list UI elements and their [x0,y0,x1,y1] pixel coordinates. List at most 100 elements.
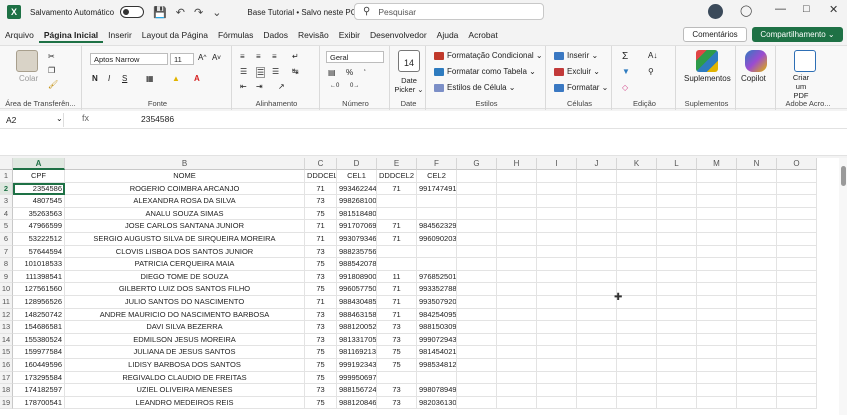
cell-d17[interactable]: 999950697 [337,371,377,385]
column-header-c[interactable]: C [305,158,337,170]
cell-i7[interactable] [537,245,577,259]
cell-g5[interactable] [457,220,497,233]
cell-f1[interactable]: CEL2 [417,170,457,183]
cell-i16[interactable] [537,359,577,372]
bold-icon[interactable]: N [92,74,98,83]
cell-c11[interactable]: 71 [305,296,337,309]
cell-m5[interactable] [697,220,737,233]
cell-d15[interactable]: 981169213 [337,346,377,359]
row-header[interactable]: 19 [0,396,13,410]
tab-formulas[interactable]: Fórmulas [213,27,258,43]
cell-d14[interactable]: 981331705 [337,333,377,347]
align-right-icon[interactable]: ☰ [272,67,279,76]
cell-a19[interactable]: 178700541 [13,396,65,410]
cell-o9[interactable] [777,270,817,284]
cell-l3[interactable] [657,195,697,208]
cell-i9[interactable] [537,270,577,284]
cell-i3[interactable] [537,195,577,208]
cell-j18[interactable] [577,384,617,397]
select-all-corner[interactable] [0,158,13,170]
create-pdf-button[interactable]: Criar um PDF [788,73,814,100]
cell-f14[interactable]: 999072943 [417,333,457,347]
align-bottom-icon[interactable]: ≡ [272,52,277,61]
cell-f4[interactable] [417,207,457,221]
cell-n9[interactable] [737,270,777,284]
cell-j3[interactable] [577,195,617,208]
comma-style-icon[interactable]: ‘ [364,68,366,77]
cell-j8[interactable] [577,258,617,271]
decrease-indent-icon[interactable]: ⇤ [240,82,247,91]
search-input[interactable]: ⚲ Pesquisar [354,3,544,20]
find-select-icon[interactable]: ⚲ [648,67,654,76]
calendar-icon[interactable]: 14 [398,50,420,72]
cell-l5[interactable] [657,220,697,233]
cell-j17[interactable] [577,371,617,385]
cell-o3[interactable] [777,195,817,208]
cell-f8[interactable] [417,258,457,271]
cell-a14[interactable]: 155380524 [13,333,65,347]
column-header-b[interactable]: B [65,158,305,170]
spreadsheet-grid[interactable]: ABCDEFGHIJKLMNO 1CPFNOMEDDDCEL1CEL1DDDCEL… [0,158,847,415]
cell-m1[interactable] [697,170,737,183]
cell-g15[interactable] [457,346,497,359]
cell-i15[interactable] [537,346,577,359]
cell-m4[interactable] [697,207,737,221]
cell-n16[interactable] [737,359,777,372]
cell-o14[interactable] [777,333,817,347]
cell-n7[interactable] [737,245,777,259]
cell-l15[interactable] [657,346,697,359]
autosum-icon[interactable]: Σ [622,51,628,62]
column-header-m[interactable]: M [697,158,737,170]
column-header-g[interactable]: G [457,158,497,170]
cell-a7[interactable]: 57644594 [13,245,65,259]
cell-j10[interactable] [577,283,617,296]
autosave-toggle[interactable] [120,6,145,18]
lightbulb-icon[interactable]: ◯ [740,4,752,17]
close-icon[interactable]: ✕ [829,3,838,16]
cell-l7[interactable] [657,245,697,259]
cell-a16[interactable]: 160449596 [13,359,65,372]
cell-h7[interactable] [497,245,537,259]
align-top-icon[interactable]: ≡ [240,52,245,61]
cell-d4[interactable]: 981518480 [337,207,377,221]
paste-icon[interactable] [16,50,38,72]
cell-c12[interactable]: 73 [305,308,337,322]
cell-m11[interactable] [697,296,737,309]
cell-b10[interactable]: GILBERTO LUIZ DOS SANTOS FILHO [65,283,305,296]
cell-a18[interactable]: 174182597 [13,384,65,397]
cell-c15[interactable]: 75 [305,346,337,359]
row-header[interactable]: 7 [0,245,13,259]
addins-icon[interactable] [696,50,718,72]
cell-f12[interactable]: 984254095 [417,308,457,322]
cell-i1[interactable] [537,170,577,183]
cell-m17[interactable] [697,371,737,385]
cell-l2[interactable] [657,182,697,196]
cell-k9[interactable] [617,270,657,284]
row-header[interactable]: 1 [0,170,13,183]
cell-a13[interactable]: 154686581 [13,321,65,334]
cell-a4[interactable]: 35263563 [13,207,65,221]
cell-m3[interactable] [697,195,737,208]
cell-g6[interactable] [457,233,497,246]
cell-a8[interactable]: 101018533 [13,258,65,271]
tab-revisao[interactable]: Revisão [293,27,334,43]
cell-n14[interactable] [737,333,777,347]
cell-c3[interactable]: 73 [305,195,337,208]
cell-i5[interactable] [537,220,577,233]
cell-h9[interactable] [497,270,537,284]
cell-f16[interactable]: 998534812 [417,359,457,372]
cell-l9[interactable] [657,270,697,284]
decrease-decimal-icon[interactable]: 0→ [350,83,359,89]
sort-filter-icon[interactable]: A↓ [648,51,657,60]
cell-k5[interactable] [617,220,657,233]
cell-n17[interactable] [737,371,777,385]
cell-g11[interactable] [457,296,497,309]
date-picker-button[interactable]: Date Picker ⌄ [393,76,425,94]
cell-l6[interactable] [657,233,697,246]
cell-e14[interactable]: 73 [377,333,417,347]
cell-j4[interactable] [577,207,617,221]
save-icon[interactable]: 💾 [153,6,167,19]
cell-k8[interactable] [617,258,657,271]
cell-n6[interactable] [737,233,777,246]
cell-d2[interactable]: 993462244 [337,182,377,196]
